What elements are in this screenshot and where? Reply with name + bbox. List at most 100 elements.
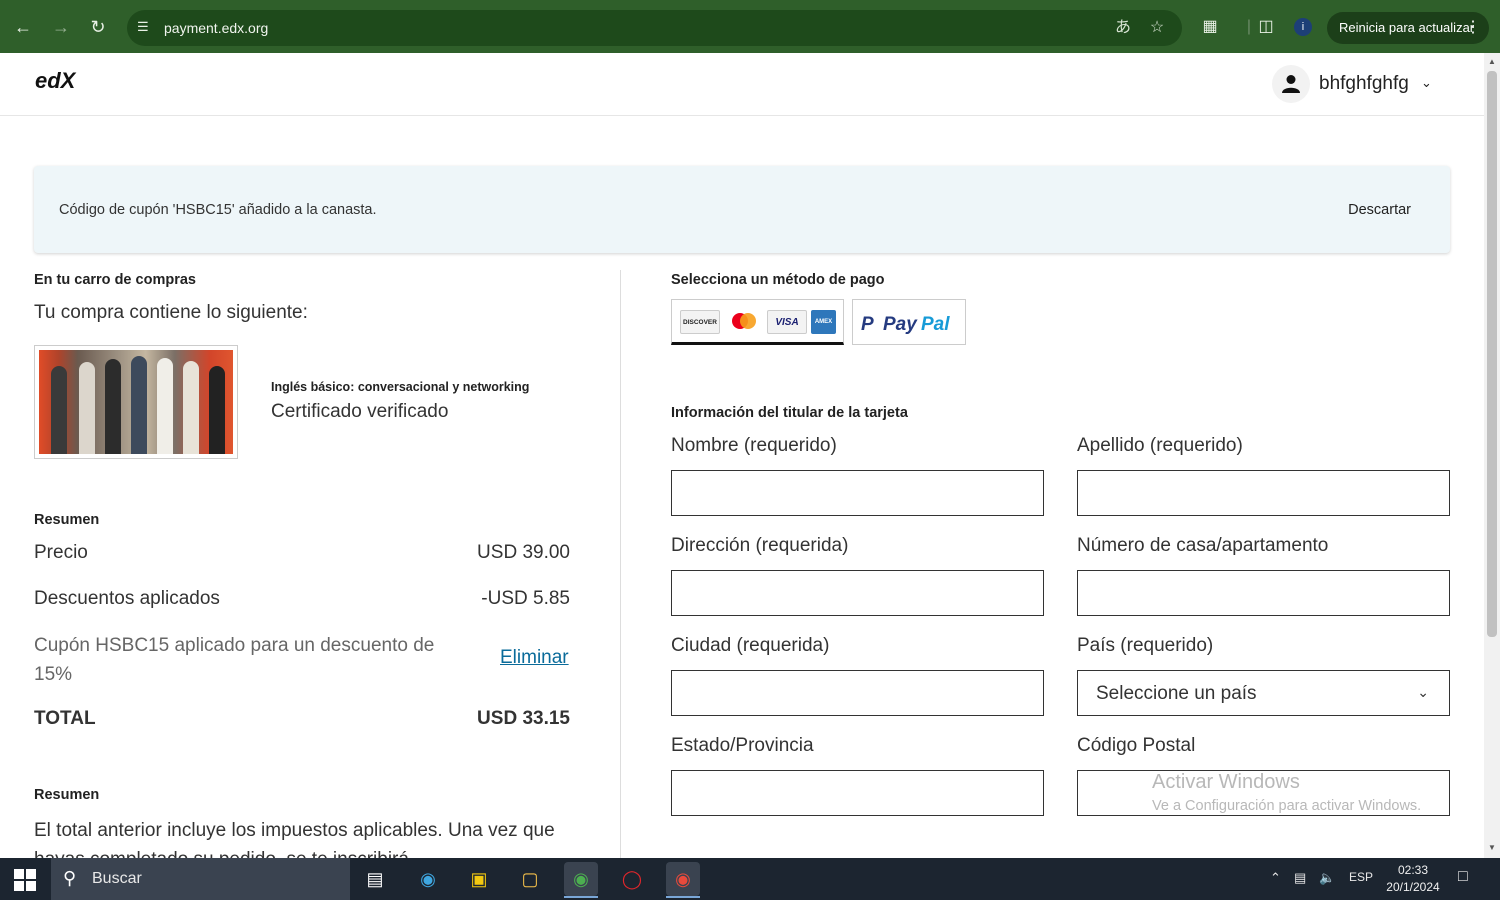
edge-icon[interactable]: ◉ [411, 862, 445, 896]
paypal-payment-option[interactable]: P Pay Pal [852, 299, 966, 345]
address-field[interactable] [671, 570, 1044, 616]
task-view-icon[interactable]: ▤ [358, 862, 392, 896]
forward-icon[interactable]: → [48, 14, 74, 40]
chrome-profile-icon[interactable]: ◉ [666, 862, 700, 898]
svg-text:Pal: Pal [921, 314, 950, 335]
windows-start-icon[interactable] [14, 869, 36, 891]
alert-message: Código de cupón 'HSBC15' añadido a la ca… [59, 202, 377, 218]
summary2-text: El total anterior incluye los impuestos … [34, 820, 555, 858]
update-button[interactable]: Reinicia para actualizar ⋮ [1327, 12, 1489, 44]
chevron-down-icon: ⌄ [1417, 684, 1429, 700]
chrome-icon[interactable]: ◉ [564, 862, 598, 898]
side-panel-icon[interactable]: ◫ [1255, 16, 1277, 38]
scroll-up-icon[interactable]: ▲ [1487, 57, 1497, 67]
course-image [39, 350, 233, 454]
url-text: payment.edx.org [164, 20, 269, 36]
column-divider [620, 270, 621, 858]
summary2-heading: Resumen [34, 787, 100, 803]
taskbar-search[interactable]: ⚲ Buscar [51, 858, 350, 900]
city-field[interactable] [671, 670, 1044, 716]
course-thumbnail [34, 345, 238, 459]
cardholder-heading: Información del titular de la tarjeta [671, 405, 908, 421]
course-type: Certificado verificado [271, 401, 449, 422]
back-icon[interactable]: ← [10, 14, 36, 40]
watermark-line2: Ve a Configuración para activar Windows. [1152, 798, 1422, 814]
username[interactable]: bhfghfghfg [1319, 73, 1409, 95]
language-indicator[interactable]: ESP [1349, 870, 1373, 884]
tray-chevron-up-icon[interactable]: ⌃ [1270, 870, 1281, 886]
translate-icon[interactable]: あ [1113, 18, 1133, 38]
amex-icon: AMEX [811, 310, 836, 334]
search-icon: ⚲ [63, 868, 77, 888]
menu-dots-icon[interactable]: ⋮ [1465, 12, 1481, 44]
cart-heading: En tu carro de compras [34, 272, 196, 288]
user-icon [1282, 75, 1300, 93]
svg-text:edX: edX [35, 68, 77, 93]
extensions-icon[interactable]: ▦ [1199, 16, 1221, 38]
scrollbar-thumb[interactable] [1487, 71, 1497, 637]
discover-icon: DISCOVER [680, 310, 720, 334]
card-payment-option[interactable]: DISCOVER VISA AMEX [671, 299, 844, 345]
discount-value: -USD 5.85 [481, 588, 570, 609]
chevron-down-icon[interactable]: ⌄ [1421, 75, 1432, 91]
windows-activation-watermark: Activar Windows Ve a Configuración para … [1152, 771, 1421, 814]
course-title: Inglés básico: conversacional y networki… [271, 380, 530, 394]
discount-label: Descuentos aplicados [34, 588, 220, 609]
remove-coupon-link[interactable]: Eliminar [500, 647, 569, 669]
payment-heading: Selecciona un método de pago [671, 272, 885, 288]
visa-icon: VISA [767, 310, 807, 334]
country-select[interactable]: Seleccione un país ⌄ [1077, 670, 1450, 716]
last-name-field[interactable] [1077, 470, 1450, 516]
page: edX bhfghfghfg ⌄ Código de cupón 'HSBC15… [0, 53, 1484, 858]
price-label: Precio [34, 542, 88, 563]
state-field[interactable] [671, 770, 1044, 816]
country-select-value: Seleccione un país [1096, 683, 1257, 704]
update-label: Reinicia para actualizar [1339, 20, 1475, 35]
dismiss-button[interactable]: Descartar [1348, 202, 1411, 218]
search-label: Buscar [92, 870, 142, 887]
total-value: USD 33.15 [477, 708, 570, 729]
profile-avatar[interactable]: i [1294, 18, 1312, 36]
site-info-icon[interactable]: ☰ [137, 19, 153, 35]
svg-text:P: P [861, 314, 874, 335]
watermark-line1: Activar Windows [1152, 771, 1300, 793]
first-name-field[interactable] [671, 470, 1044, 516]
system-clock[interactable]: 02:33 20/1/2024 [1384, 862, 1442, 896]
volume-icon[interactable]: 🔈 [1319, 870, 1335, 886]
address-bar[interactable]: ☰ payment.edx.org あ ☆ [127, 10, 1182, 46]
bookmark-star-icon[interactable]: ☆ [1147, 18, 1167, 38]
svg-text:Pay: Pay [883, 314, 918, 335]
reload-icon[interactable]: ↻ [85, 14, 111, 40]
windows-taskbar: ⚲ Buscar ▤ ◉ ▣ ▢ ◉ ◯ ◉ ⌃ ▤ 🔈 ESP 02:33 2… [0, 858, 1500, 900]
scroll-down-icon[interactable]: ▼ [1487, 843, 1497, 853]
city-label: Ciudad (requerida) [671, 635, 830, 656]
clock-time: 02:33 [1397, 863, 1429, 877]
postal-label: Código Postal [1077, 735, 1196, 756]
coupon-alert: Código de cupón 'HSBC15' añadido a la ca… [34, 166, 1450, 253]
page-scrollbar[interactable]: ▲ ▼ [1484, 53, 1500, 858]
summary-heading: Resumen [34, 512, 100, 528]
clock-date: 20/1/2024 [1386, 880, 1440, 894]
first-name-label: Nombre (requerido) [671, 435, 837, 456]
total-label: TOTAL [34, 708, 96, 729]
last-name-label: Apellido (requerido) [1077, 435, 1243, 456]
file-explorer-icon[interactable]: ▢ [513, 862, 547, 896]
paypal-logo: P Pay Pal [861, 314, 950, 335]
cart-intro: Tu compra contiene lo siguiente: [34, 302, 308, 323]
unit-label: Número de casa/apartamento [1077, 535, 1329, 556]
coupon-text: Cupón HSBC15 aplicado para un descuento … [34, 635, 435, 685]
store-icon[interactable]: ▣ [462, 862, 496, 896]
unit-field[interactable] [1077, 570, 1450, 616]
mastercard-icon [727, 310, 761, 334]
network-icon[interactable]: ▤ [1294, 870, 1306, 886]
country-label: País (requerido) [1077, 635, 1214, 656]
user-avatar[interactable] [1272, 65, 1310, 103]
price-value: USD 39.00 [477, 542, 570, 563]
address-label: Dirección (requerida) [671, 535, 849, 556]
site-header: edX bhfghfghfg ⌄ [0, 53, 1484, 116]
edx-logo[interactable]: edX [34, 68, 86, 98]
notifications-icon[interactable]: □ [1458, 868, 1468, 886]
opera-icon[interactable]: ◯ [615, 862, 649, 896]
browser-toolbar: ← → ↻ ☰ payment.edx.org あ ☆ ▦ | ◫ i Rein… [0, 0, 1500, 53]
state-label: Estado/Provincia [671, 735, 814, 756]
